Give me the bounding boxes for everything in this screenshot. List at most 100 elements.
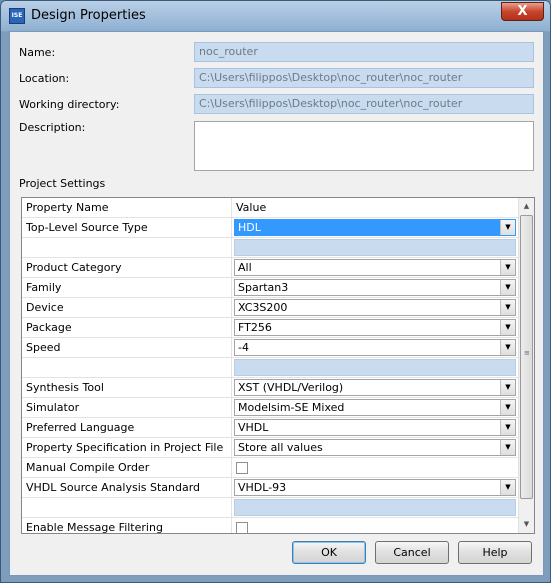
property-name-cell: Device bbox=[22, 298, 232, 318]
dropdown-value: XC3S200 bbox=[238, 301, 288, 314]
grid-row[interactable]: Package FT256 ▼ bbox=[22, 318, 519, 338]
grid-row[interactable]: VHDL Source Analysis Standard VHDL-93 ▼ bbox=[22, 478, 519, 498]
value-dropdown[interactable]: All ▼ bbox=[234, 259, 516, 276]
grid-row[interactable]: Product Category All ▼ bbox=[22, 258, 519, 278]
window-title: Design Properties bbox=[31, 8, 146, 23]
chevron-down-icon[interactable]: ▼ bbox=[500, 480, 515, 495]
chevron-down-icon[interactable]: ▼ bbox=[500, 300, 515, 315]
grid-row[interactable]: Speed -4 ▼ bbox=[22, 338, 519, 358]
dropdown-value: VHDL bbox=[238, 421, 269, 434]
value-dropdown[interactable]: Spartan3 ▼ bbox=[234, 279, 516, 296]
chevron-down-icon[interactable]: ▼ bbox=[500, 320, 515, 335]
project-settings-label: Project Settings bbox=[19, 177, 106, 190]
grid-row[interactable]: Preferred Language VHDL ▼ bbox=[22, 418, 519, 438]
property-name-cell bbox=[22, 238, 232, 258]
blank-value-field[interactable] bbox=[234, 359, 516, 376]
grid-row[interactable]: Manual Compile Order bbox=[22, 458, 519, 478]
property-value-cell: XST (VHDL/Verilog) ▼ bbox=[233, 378, 519, 398]
property-name-cell: Simulator bbox=[22, 398, 232, 418]
ise-app-icon: ISE bbox=[9, 8, 25, 24]
property-name-cell: Top-Level Source Type bbox=[22, 218, 232, 238]
cancel-button[interactable]: Cancel bbox=[375, 541, 449, 564]
scroll-thumb[interactable]: ≡ bbox=[520, 215, 533, 499]
dropdown-value: FT256 bbox=[238, 321, 272, 334]
chevron-down-icon[interactable]: ▼ bbox=[500, 400, 515, 415]
close-icon: X bbox=[517, 4, 528, 19]
property-name-cell: Speed bbox=[22, 338, 232, 358]
dropdown-value: XST (VHDL/Verilog) bbox=[238, 381, 344, 394]
dropdown-value: Modelsim-SE Mixed bbox=[238, 401, 345, 414]
grid-row[interactable]: Top-Level Source Type HDL ▼ bbox=[22, 218, 519, 238]
name-field[interactable]: noc_router bbox=[194, 42, 534, 62]
property-name-cell: Family bbox=[22, 278, 232, 298]
property-name-cell: Synthesis Tool bbox=[22, 378, 232, 398]
chevron-down-icon[interactable]: ▼ bbox=[500, 280, 515, 295]
dialog-body: Name: noc_router Location: C:\Users\fili… bbox=[9, 31, 544, 576]
location-field[interactable]: C:\Users\filippos\Desktop\noc_router\noc… bbox=[194, 68, 534, 88]
chevron-down-icon[interactable]: ▼ bbox=[500, 340, 515, 355]
value-dropdown[interactable]: -4 ▼ bbox=[234, 339, 516, 356]
property-name-cell bbox=[22, 498, 232, 518]
value-dropdown[interactable]: Store all values ▼ bbox=[234, 439, 516, 456]
property-value-cell: VHDL-93 ▼ bbox=[233, 478, 519, 498]
value-dropdown[interactable]: Modelsim-SE Mixed ▼ bbox=[234, 399, 516, 416]
project-settings-grid: Property Name Value Top-Level Source Typ… bbox=[21, 197, 535, 534]
property-value-cell: HDL ▼ bbox=[233, 218, 519, 238]
dropdown-value: All bbox=[238, 261, 252, 274]
dropdown-value: HDL bbox=[238, 221, 261, 234]
value-dropdown[interactable]: FT256 ▼ bbox=[234, 319, 516, 336]
property-name-cell: Property Specification in Project File bbox=[22, 438, 232, 458]
help-button[interactable]: Help bbox=[458, 541, 532, 564]
value-checkbox[interactable] bbox=[236, 522, 248, 533]
chevron-down-icon[interactable]: ▼ bbox=[500, 380, 515, 395]
grid-vertical-scrollbar[interactable]: ▲ ≡ ▼ bbox=[518, 198, 534, 533]
grid-row[interactable]: Family Spartan3 ▼ bbox=[22, 278, 519, 298]
dropdown-value: -4 bbox=[238, 341, 249, 354]
grid-row[interactable] bbox=[22, 358, 519, 378]
value-dropdown[interactable]: XC3S200 ▼ bbox=[234, 299, 516, 316]
value-dropdown[interactable]: XST (VHDL/Verilog) ▼ bbox=[234, 379, 516, 396]
property-value-cell: Store all values ▼ bbox=[233, 438, 519, 458]
property-value-cell: XC3S200 ▼ bbox=[233, 298, 519, 318]
ok-button[interactable]: OK bbox=[292, 541, 366, 564]
scroll-grip-icon: ≡ bbox=[524, 349, 530, 357]
property-value-cell bbox=[233, 498, 519, 518]
property-value-cell bbox=[233, 238, 519, 258]
grid-row[interactable]: Enable Message Filtering bbox=[22, 518, 519, 533]
property-value-cell bbox=[233, 458, 519, 478]
blank-value-field[interactable] bbox=[234, 239, 516, 256]
location-label: Location: bbox=[19, 72, 70, 85]
blank-value-field[interactable] bbox=[234, 499, 516, 516]
chevron-down-icon[interactable]: ▼ bbox=[500, 220, 515, 235]
property-name-cell: Package bbox=[22, 318, 232, 338]
scroll-up-icon[interactable]: ▲ bbox=[519, 198, 534, 214]
chevron-down-icon[interactable]: ▼ bbox=[500, 440, 515, 455]
property-name-cell: Preferred Language bbox=[22, 418, 232, 438]
value-dropdown[interactable]: HDL ▼ bbox=[234, 219, 516, 236]
grid-row[interactable]: Property Specification in Project File St… bbox=[22, 438, 519, 458]
title-bar[interactable]: ISE Design Properties X bbox=[1, 1, 550, 31]
scroll-down-icon[interactable]: ▼ bbox=[519, 516, 534, 532]
grid-row[interactable]: Device XC3S200 ▼ bbox=[22, 298, 519, 318]
close-button[interactable]: X bbox=[501, 2, 544, 21]
grid-row[interactable] bbox=[22, 238, 519, 258]
value-dropdown[interactable]: VHDL-93 ▼ bbox=[234, 479, 516, 496]
property-name-cell: VHDL Source Analysis Standard bbox=[22, 478, 232, 498]
description-textarea[interactable] bbox=[194, 121, 534, 171]
chevron-down-icon[interactable]: ▼ bbox=[500, 420, 515, 435]
property-value-cell: VHDL ▼ bbox=[233, 418, 519, 438]
grid-row[interactable]: Simulator Modelsim-SE Mixed ▼ bbox=[22, 398, 519, 418]
design-properties-window: ISE Design Properties X Name: noc_router… bbox=[0, 0, 551, 583]
chevron-down-icon[interactable]: ▼ bbox=[500, 260, 515, 275]
property-value-cell bbox=[233, 518, 519, 533]
property-value-cell bbox=[233, 358, 519, 378]
value-dropdown[interactable]: VHDL ▼ bbox=[234, 419, 516, 436]
value-checkbox[interactable] bbox=[236, 462, 248, 474]
description-label: Description: bbox=[19, 121, 86, 134]
property-name-cell: Product Category bbox=[22, 258, 232, 278]
grid-row[interactable] bbox=[22, 498, 519, 518]
dropdown-value: VHDL-93 bbox=[238, 481, 287, 494]
grid-row[interactable]: Synthesis Tool XST (VHDL/Verilog) ▼ bbox=[22, 378, 519, 398]
working-directory-label: Working directory: bbox=[19, 98, 120, 111]
working-directory-field[interactable]: C:\Users\filippos\Desktop\noc_router\noc… bbox=[194, 94, 534, 114]
